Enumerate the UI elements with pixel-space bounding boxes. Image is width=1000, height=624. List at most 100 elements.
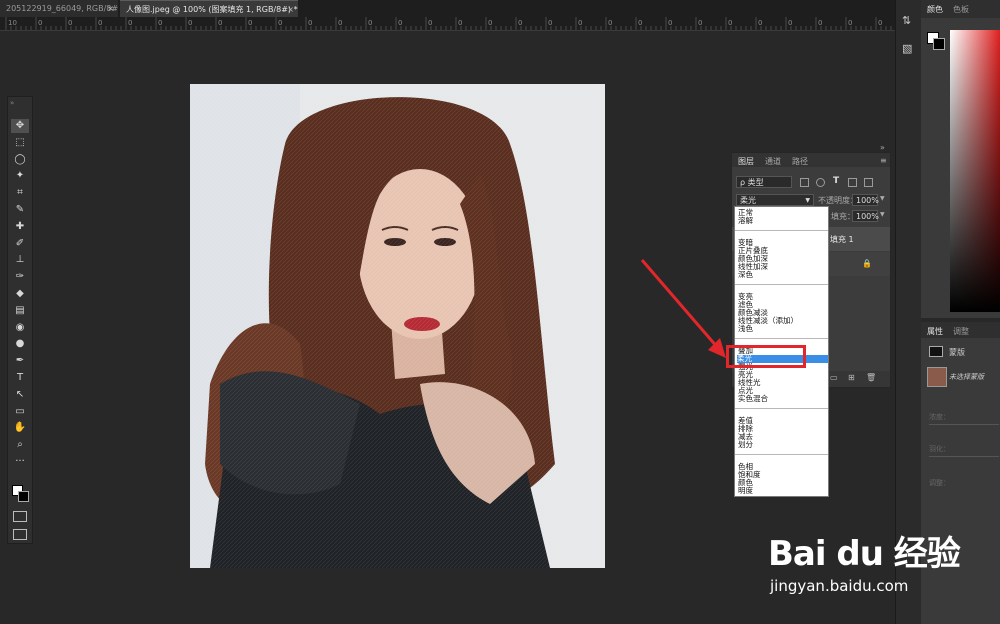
ruler-number: 0 xyxy=(278,19,282,27)
ruler-number: 0 xyxy=(218,19,222,27)
ruler-number: 0 xyxy=(878,19,882,27)
eraser-icon[interactable]: ◆ xyxy=(11,287,29,301)
quick-mask-icon[interactable] xyxy=(13,511,27,522)
lasso-tool-icon[interactable]: ◯ xyxy=(11,153,29,167)
ruler-number: 0 xyxy=(398,19,402,27)
ruler-number: 0 xyxy=(128,19,132,27)
dropdown-separator xyxy=(735,230,828,231)
ruler-number: 0 xyxy=(38,19,42,27)
screen-mode-icon[interactable] xyxy=(13,529,27,540)
layer-filter-select[interactable]: ρ 类型 xyxy=(736,176,792,188)
watermark-logo: Bai du 经验 xyxy=(768,534,961,574)
magic-wand-icon[interactable]: ✦ xyxy=(11,169,29,183)
density-slider[interactable] xyxy=(929,424,999,425)
filter-kind-label: ρ 类型 xyxy=(740,178,764,187)
collapse-icon[interactable]: » xyxy=(880,143,885,152)
blur-tool-icon[interactable]: ◉ xyxy=(11,321,29,335)
close-icon[interactable]: × xyxy=(287,1,294,17)
document-tab-1[interactable]: 205122919_66049, RGB/8#) * × xyxy=(0,0,118,17)
path-select-icon[interactable]: ↖ xyxy=(11,388,29,402)
gradient-icon[interactable]: ▤ xyxy=(11,304,29,318)
trash-icon[interactable]: 🗑 xyxy=(866,373,876,382)
filter-smart-icon[interactable] xyxy=(864,178,873,187)
hand-tool-icon[interactable]: ✋ xyxy=(11,421,29,435)
healing-brush-icon[interactable]: ✚ xyxy=(11,220,29,234)
eyedropper-icon[interactable]: ✎ xyxy=(11,203,29,217)
tab-color[interactable]: 颜色 xyxy=(927,4,943,15)
blend-option[interactable]: 浅色 xyxy=(738,325,753,333)
ruler-number: 0 xyxy=(488,19,492,27)
annotation-arrow xyxy=(640,259,726,358)
stamp-tool-icon[interactable]: ⊥ xyxy=(11,253,29,267)
ruler-number: 0 xyxy=(248,19,252,27)
tab-properties[interactable]: 属性 xyxy=(927,326,943,337)
dodge-tool-icon[interactable]: ● xyxy=(11,337,29,351)
ruler-number: 0 xyxy=(818,19,822,27)
background-swatch[interactable] xyxy=(933,38,945,50)
type-tool-icon[interactable]: T xyxy=(11,371,29,385)
tab-channels[interactable]: 通道 xyxy=(765,156,781,167)
tab-1-label: 205122919_66049, RGB/8#) * xyxy=(6,4,118,13)
blend-mode-select[interactable]: 柔光 ▼ xyxy=(736,194,814,206)
ruler-number: 10 xyxy=(8,19,17,27)
rectangle-tool-icon[interactable]: ▭ xyxy=(11,405,29,419)
blend-option[interactable]: 明度 xyxy=(738,487,753,495)
pen-tool-icon[interactable]: ✒ xyxy=(11,354,29,368)
canvas-image[interactable] xyxy=(190,84,605,568)
ruler-number: 0 xyxy=(638,19,642,27)
ruler-number: 0 xyxy=(188,19,192,27)
tab-swatches[interactable]: 色板 xyxy=(953,4,969,15)
blend-option[interactable]: 深色 xyxy=(738,271,753,279)
document-tab-2[interactable]: 人像图.jpeg @ 100% (图案填充 1, RGB/8#) * × xyxy=(120,0,298,17)
brush-tool-icon[interactable]: ✐ xyxy=(11,237,29,251)
horizontal-ruler: 10 0 0 0 0 0 0 0 0 0 0 0 0 0 0 0 0 0 0 0 0 0 0 0 0 0 0 0 0 0 xyxy=(0,17,902,31)
opacity-chevron-icon[interactable]: ▼ xyxy=(880,195,885,202)
crop-tool-icon[interactable]: ⌗ xyxy=(11,186,29,200)
chevron-down-icon: ▼ xyxy=(805,197,810,204)
feather-slider[interactable] xyxy=(929,456,999,457)
color-panel: 颜色 色板 xyxy=(921,0,1000,318)
zoom-tool-icon[interactable]: ⌕ xyxy=(11,438,29,452)
opacity-input[interactable]: 100% xyxy=(852,194,879,206)
ruler-number: 0 xyxy=(698,19,702,27)
feather-label: 羽化： xyxy=(929,445,950,453)
annotation-highlight-box xyxy=(726,345,806,368)
density-label: 浓度： xyxy=(929,413,950,421)
marquee-tool-icon[interactable]: ⬚ xyxy=(11,136,29,150)
blend-option[interactable]: 溶解 xyxy=(738,217,753,225)
layer-thumbnail xyxy=(927,367,947,387)
new-layer-icon[interactable]: ⊞ xyxy=(848,373,855,382)
tab-layers[interactable]: 图层 xyxy=(738,156,754,167)
toolbar-collapse-icon[interactable]: » xyxy=(10,99,14,107)
fill-input[interactable]: 100% xyxy=(852,210,879,222)
actions-icon[interactable]: ▧ xyxy=(902,42,912,55)
ruler-number: 0 xyxy=(758,19,762,27)
panel-menu-icon[interactable]: ≡ xyxy=(880,156,887,165)
background-color-swatch[interactable] xyxy=(18,491,29,502)
ruler-number: 0 xyxy=(338,19,342,27)
filter-shape-icon[interactable] xyxy=(848,178,857,187)
close-icon[interactable]: × xyxy=(107,0,114,17)
tab-adjustments[interactable]: 调整 xyxy=(953,326,969,337)
ruler-number: 0 xyxy=(518,19,522,27)
blend-option[interactable]: 实色混合 xyxy=(738,395,768,403)
tab-paths[interactable]: 路径 xyxy=(792,156,808,167)
layer-name: 填充 1 xyxy=(830,235,854,244)
adjust-label: 调整： xyxy=(929,479,950,487)
color-picker-field[interactable] xyxy=(950,30,1000,312)
filter-pixel-icon[interactable] xyxy=(800,178,809,187)
history-icon[interactable]: ⇅ xyxy=(902,14,911,27)
blend-option[interactable]: 划分 xyxy=(738,441,753,449)
mask-icon xyxy=(929,346,943,357)
history-brush-icon[interactable]: ✑ xyxy=(11,270,29,284)
more-tools-icon[interactable]: ··· xyxy=(11,455,29,469)
filter-adjust-icon[interactable] xyxy=(816,178,825,187)
ruler-number: 0 xyxy=(668,19,672,27)
filter-type-icon[interactable]: T xyxy=(833,176,839,186)
ruler-number: 0 xyxy=(548,19,552,27)
new-group-icon[interactable]: ▭ xyxy=(830,373,838,382)
baidu-logo: Bai du 经验 xyxy=(768,526,961,575)
no-mask-text: 未选择蒙版 xyxy=(949,373,984,381)
fill-chevron-icon[interactable]: ▼ xyxy=(880,211,885,218)
move-tool-icon[interactable]: ✥ xyxy=(11,119,29,133)
